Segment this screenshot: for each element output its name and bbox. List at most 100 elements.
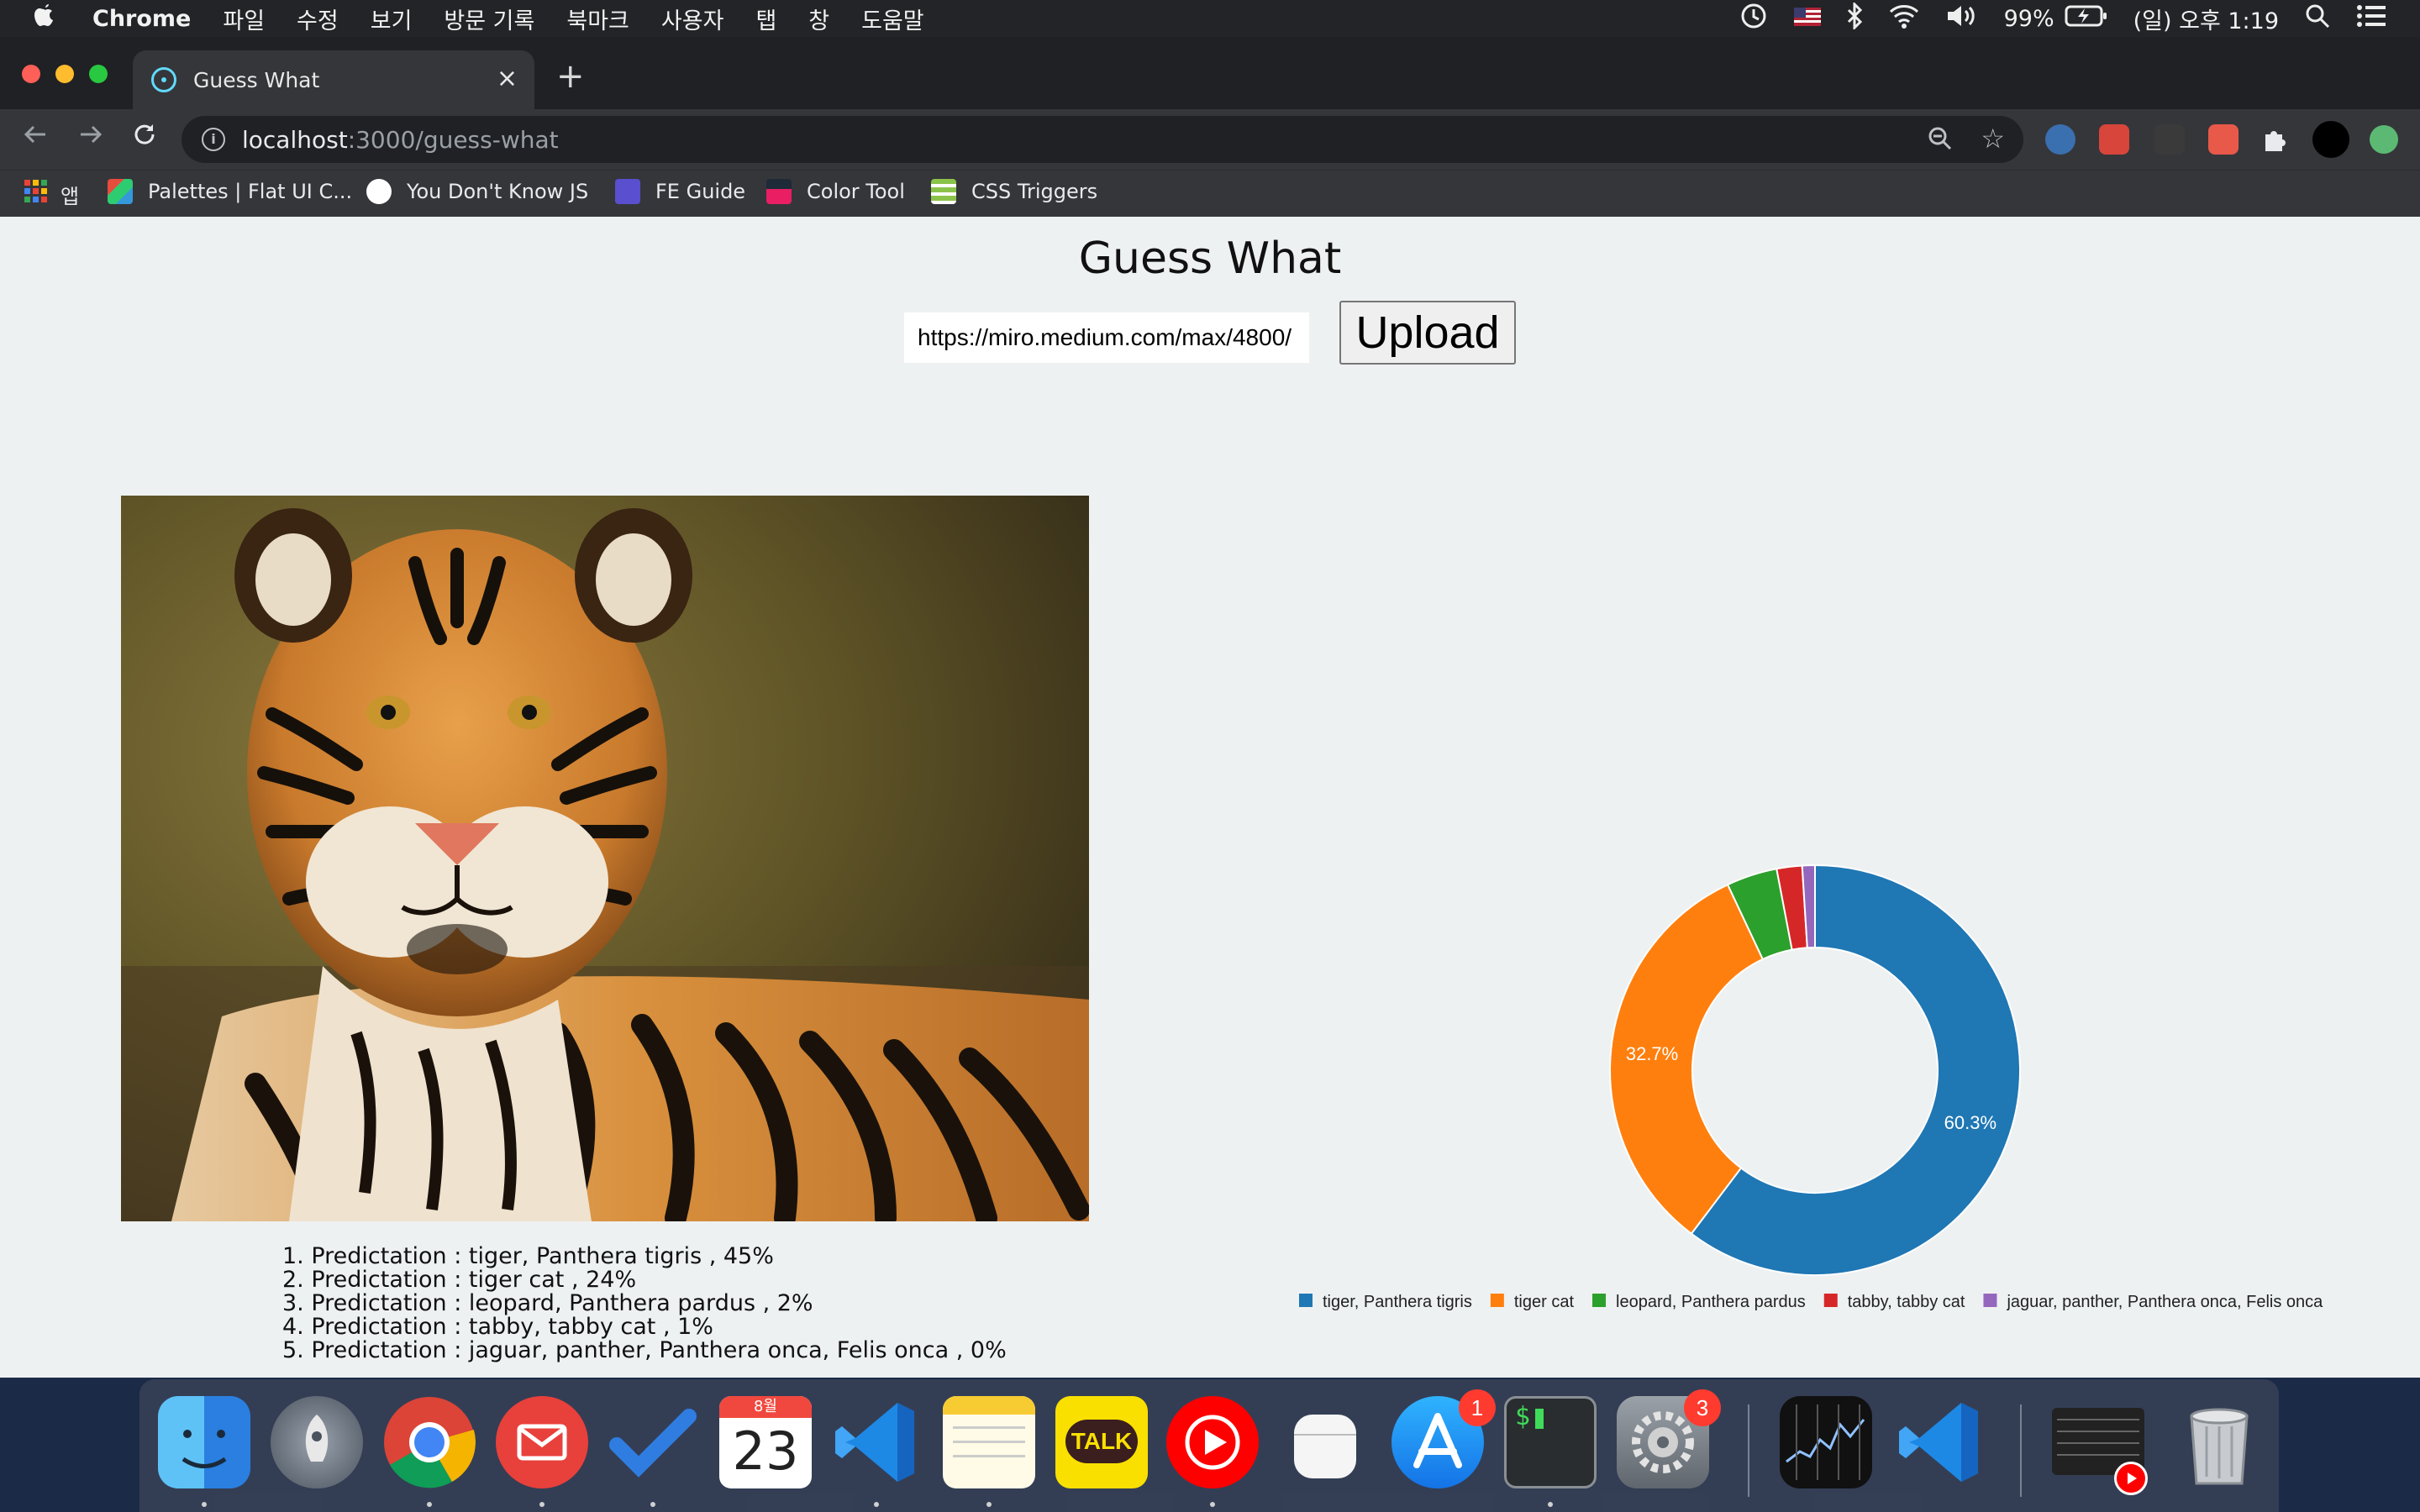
menu-tab[interactable]: 탭 xyxy=(755,3,776,35)
prediction-list: 1. Predictation : tiger, Panthera tigris… xyxy=(282,1245,1007,1362)
app-menu-chrome[interactable]: Chrome xyxy=(92,6,191,32)
vscode-icon[interactable] xyxy=(1894,1396,1986,1488)
running-indicator xyxy=(202,1502,207,1507)
legend-swatch-1 xyxy=(1490,1294,1504,1307)
zoom-window-button[interactable] xyxy=(89,65,108,83)
terminal-prompt: $ xyxy=(1515,1402,1531,1431)
reload-button[interactable] xyxy=(131,121,158,155)
volume-icon[interactable] xyxy=(1945,3,1979,34)
bookmark-label: You Don't Know JS xyxy=(407,180,589,203)
airpods-icon[interactable] xyxy=(1279,1396,1371,1488)
legend-swatch-4 xyxy=(1983,1294,1997,1307)
finder-icon[interactable] xyxy=(158,1396,250,1488)
bookmark-you-dont-know-js[interactable]: You Don't Know JS xyxy=(366,179,588,204)
close-window-button[interactable] xyxy=(22,65,40,83)
profile-avatar[interactable] xyxy=(2312,121,2349,158)
menu-window[interactable]: 창 xyxy=(808,3,829,35)
notification-center-icon[interactable] xyxy=(2356,3,2386,34)
bookmark-color-tool[interactable]: Color Tool xyxy=(766,179,905,204)
chrome-icon[interactable] xyxy=(383,1396,476,1488)
legend-item-0[interactable]: tiger, Panthera tigris xyxy=(1323,1293,1472,1311)
wifi-icon[interactable] xyxy=(1888,3,1920,34)
css-triggers-icon xyxy=(931,179,956,204)
page-content: Guess What Upload xyxy=(0,217,2420,1378)
donut-data-label-1: 32.7% xyxy=(1626,1043,1678,1064)
dock-separator xyxy=(2020,1404,2022,1497)
running-indicator xyxy=(539,1502,544,1507)
battery-percent: 99% xyxy=(2003,5,2054,32)
tab-guess-what[interactable]: Guess What × xyxy=(133,50,534,109)
bookmark-apps[interactable]: 앱 xyxy=(24,179,79,209)
menubar-clock[interactable]: (일) 오후 1:19 xyxy=(2133,3,2279,35)
apple-menu-icon[interactable] xyxy=(34,3,64,34)
extension-4-icon[interactable] xyxy=(2208,124,2238,155)
close-tab-icon[interactable]: × xyxy=(497,64,518,93)
extension-2-icon[interactable] xyxy=(2099,124,2129,155)
time-machine-icon[interactable] xyxy=(1739,1,1769,37)
spotlight-search-icon[interactable] xyxy=(2304,3,2331,35)
menu-profiles[interactable]: 사용자 xyxy=(661,3,724,35)
bookmark-label: FE Guide xyxy=(655,180,746,203)
notes-icon[interactable] xyxy=(943,1396,1035,1488)
battery-charging-icon[interactable] xyxy=(2065,5,2108,33)
trash-icon[interactable] xyxy=(2173,1396,2265,1488)
vscode-icon[interactable] xyxy=(830,1396,923,1488)
legend-item-4[interactable]: jaguar, panther, Panthera onca, Felis on… xyxy=(2006,1293,2323,1311)
back-button[interactable] xyxy=(22,121,49,155)
bluetooth-icon[interactable] xyxy=(1846,0,1863,35)
site-info-icon[interactable]: i xyxy=(202,128,225,151)
minimize-window-button[interactable] xyxy=(55,65,74,83)
extension-1-icon[interactable] xyxy=(2045,124,2075,155)
bookmark-fe-guide[interactable]: FE Guide xyxy=(615,179,745,204)
bookmark-palettes[interactable]: Palettes | Flat UI C... xyxy=(108,179,352,204)
legend-swatch-3 xyxy=(1823,1294,1838,1307)
running-indicator xyxy=(427,1502,432,1507)
new-tab-button[interactable]: + xyxy=(556,57,585,96)
menu-edit[interactable]: 수정 xyxy=(297,3,339,35)
menu-file[interactable]: 파일 xyxy=(223,3,265,35)
macos-menu-bar: Chrome 파일 수정 보기 방문 기록 북마크 사용자 탭 창 도움말 99… xyxy=(0,0,2420,37)
us-flag-icon[interactable] xyxy=(1793,6,1821,32)
mail-icon[interactable] xyxy=(496,1396,588,1488)
browser-window: Guess What × + i localhost:3000/guess-wh… xyxy=(0,37,2420,1378)
legend-item-2[interactable]: leopard, Panthera pardus xyxy=(1616,1293,1806,1311)
bookmark-label: Color Tool xyxy=(807,180,905,203)
ui-icon xyxy=(615,179,640,204)
calendar-month: 8월 xyxy=(719,1396,812,1418)
prediction-donut-chart: 60.3% 32.7% tiger, Panthera tigris tiger c… xyxy=(1299,864,2323,1311)
bookmark-star-icon[interactable]: ☆ xyxy=(1981,123,2005,155)
launchpad-icon[interactable] xyxy=(271,1396,363,1488)
menu-help[interactable]: 도움말 xyxy=(861,3,924,35)
menu-bookmarks[interactable]: 북마크 xyxy=(566,3,629,35)
macos-dock: 8월 23 TALK 1 $ 3 xyxy=(139,1379,2279,1512)
calendar-icon[interactable]: 8월 23 xyxy=(719,1396,812,1488)
github-icon xyxy=(366,179,392,204)
terminal-icon[interactable]: $ xyxy=(1504,1396,1597,1488)
bookmark-label: Palettes | Flat UI C... xyxy=(148,180,353,203)
youtube-music-icon[interactable] xyxy=(1166,1396,1259,1488)
bookmark-css-triggers[interactable]: CSS Triggers xyxy=(931,179,1097,204)
apps-grid-icon xyxy=(24,179,49,209)
address-host: localhost xyxy=(242,125,348,154)
todo-icon[interactable] xyxy=(607,1396,699,1488)
menu-view[interactable]: 보기 xyxy=(371,3,413,35)
app-store-badge: 1 xyxy=(1459,1389,1496,1426)
stocks-icon[interactable] xyxy=(1780,1396,1872,1488)
youtube-music-mini-icon xyxy=(2114,1462,2148,1495)
image-url-input[interactable] xyxy=(904,312,1309,363)
zoom-icon[interactable] xyxy=(1928,126,1953,157)
legend-item-1[interactable]: tiger cat xyxy=(1514,1293,1575,1311)
upload-button[interactable]: Upload xyxy=(1339,301,1516,365)
address-bar[interactable]: i localhost:3000/guess-what ☆ xyxy=(182,116,2023,163)
chrome-update-icon[interactable] xyxy=(2370,125,2398,154)
kakaotalk-icon[interactable]: TALK xyxy=(1055,1396,1148,1488)
color-tool-icon xyxy=(766,179,792,204)
prediction-item: 2. Predictation : tiger cat , 24% xyxy=(282,1267,637,1293)
menu-history[interactable]: 방문 기록 xyxy=(444,3,534,35)
extension-colorpicker-icon[interactable] xyxy=(2154,124,2185,155)
prediction-item: 5. Predictation : jaguar, panther, Panth… xyxy=(282,1337,1007,1363)
dock-separator xyxy=(1748,1404,1749,1497)
forward-button[interactable] xyxy=(77,121,104,155)
extensions-puzzle-icon[interactable] xyxy=(2260,124,2291,155)
legend-item-3[interactable]: tabby, tabby cat xyxy=(1848,1293,1965,1311)
